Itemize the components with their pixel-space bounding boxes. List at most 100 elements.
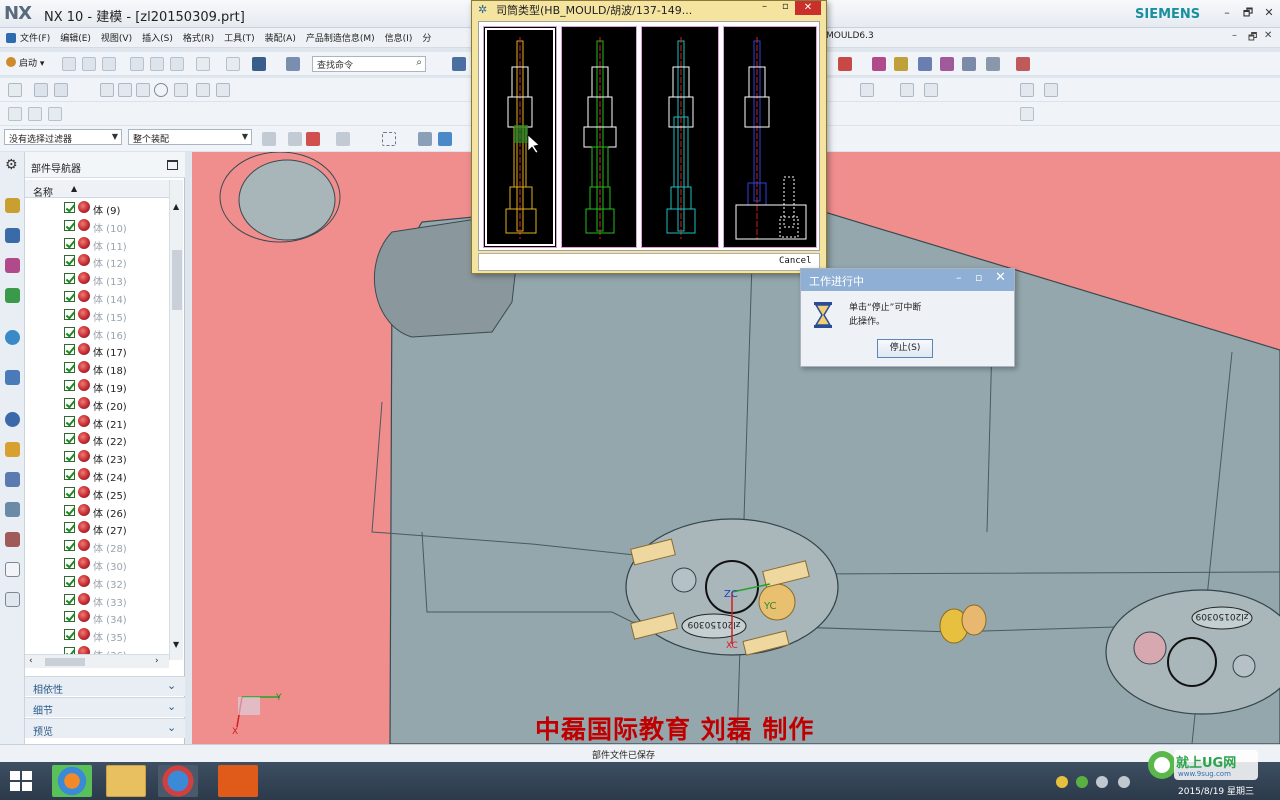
new-icon[interactable] bbox=[62, 57, 76, 71]
tree-row[interactable]: 体 (17) bbox=[25, 341, 169, 359]
powerpoint-icon[interactable] bbox=[218, 765, 258, 797]
visual-report-icon[interactable] bbox=[5, 442, 20, 457]
circle-icon[interactable] bbox=[154, 83, 168, 97]
visibility-checkbox[interactable] bbox=[64, 504, 75, 516]
line-icon[interactable] bbox=[100, 83, 114, 97]
tree-row[interactable]: 体 (13) bbox=[25, 270, 169, 288]
visibility-checkbox[interactable] bbox=[64, 237, 75, 249]
menu-mould[interactable]: MOULD6.3 bbox=[826, 31, 874, 41]
visibility-checkbox[interactable] bbox=[64, 273, 75, 285]
close-button[interactable]: ✕ bbox=[795, 1, 821, 15]
offset-icon[interactable] bbox=[48, 107, 62, 121]
tree-row[interactable]: 体 (27) bbox=[25, 519, 169, 537]
maximize-icon[interactable]: ▫ bbox=[975, 271, 982, 284]
tree-row[interactable]: 体 (25) bbox=[25, 484, 169, 502]
select-all-icon[interactable] bbox=[262, 132, 276, 146]
paste-icon[interactable] bbox=[170, 57, 184, 71]
tree-row[interactable]: 体 (30) bbox=[25, 555, 169, 573]
parting-icon[interactable] bbox=[918, 57, 932, 71]
table-icon[interactable] bbox=[452, 57, 466, 71]
doc-restore-icon[interactable]: 🗗 bbox=[1248, 30, 1257, 47]
cut-icon[interactable] bbox=[130, 57, 144, 71]
menu-analysis[interactable]: 分 bbox=[422, 31, 431, 44]
save-icon[interactable] bbox=[252, 57, 266, 71]
system-scene-icon[interactable] bbox=[5, 502, 20, 517]
arc-icon[interactable] bbox=[118, 83, 132, 97]
visibility-checkbox[interactable] bbox=[64, 522, 75, 534]
tree-row[interactable]: 体 (34) bbox=[25, 608, 169, 626]
fillet-icon[interactable] bbox=[136, 83, 150, 97]
panel-dependencies[interactable]: 相依性 ⌄ bbox=[25, 676, 185, 696]
visibility-checkbox[interactable] bbox=[64, 646, 75, 654]
visibility-checkbox[interactable] bbox=[64, 575, 75, 587]
horizontal-scrollbar[interactable]: ‹ › bbox=[25, 654, 169, 668]
tree-row[interactable]: 体 (11) bbox=[25, 235, 169, 253]
rectangle-icon[interactable] bbox=[196, 83, 210, 97]
scroll-down-icon[interactable]: ▼ bbox=[173, 640, 179, 649]
tree-row[interactable]: 体 (18) bbox=[25, 359, 169, 377]
sleeve-option-4[interactable] bbox=[723, 26, 817, 248]
scroll-thumb[interactable] bbox=[172, 250, 182, 310]
close-button[interactable]: ✕ bbox=[1261, 6, 1277, 20]
assembly-navigator-icon[interactable] bbox=[5, 198, 20, 213]
measure-icon[interactable] bbox=[1044, 83, 1058, 97]
tree-row[interactable]: 体 (33) bbox=[25, 591, 169, 609]
visibility-checkbox[interactable] bbox=[64, 629, 75, 641]
command-search-input[interactable]: 查找命令 ⌕ bbox=[312, 56, 426, 72]
sketch-icon[interactable] bbox=[8, 83, 22, 97]
edit-feature-icon[interactable] bbox=[8, 107, 22, 121]
visibility-checkbox[interactable] bbox=[64, 451, 75, 463]
tree-row[interactable]: 体 (23) bbox=[25, 448, 169, 466]
snap-end-icon[interactable] bbox=[336, 132, 350, 146]
stop-button[interactable]: 停止(S) bbox=[877, 339, 933, 358]
snap-point-icon[interactable] bbox=[306, 132, 320, 146]
save-all-icon[interactable] bbox=[102, 57, 116, 71]
insert-icon[interactable] bbox=[962, 57, 976, 71]
taskbar-clock[interactable]: 2015/8/19 星期三 bbox=[1178, 784, 1254, 797]
profile-icon[interactable] bbox=[54, 83, 68, 97]
visibility-checkbox[interactable] bbox=[64, 219, 75, 231]
sleeve-option-1[interactable] bbox=[483, 26, 557, 248]
tree-row[interactable]: 体 (22) bbox=[25, 430, 169, 448]
tree-row[interactable]: 体 (14) bbox=[25, 288, 169, 306]
tree-row[interactable]: 体 (35) bbox=[25, 626, 169, 644]
menu-pmi[interactable]: 产品制造信息(M) bbox=[306, 31, 375, 44]
command-finder-icon[interactable] bbox=[286, 57, 300, 71]
column-header[interactable]: 名称 ▲ bbox=[25, 180, 169, 199]
tree-row[interactable]: 体 (36) bbox=[25, 644, 169, 654]
face-select-icon[interactable] bbox=[418, 132, 432, 146]
mould-wizard-icon[interactable] bbox=[894, 57, 908, 71]
visibility-checkbox[interactable] bbox=[64, 468, 75, 480]
tree-row[interactable]: 体 (19) bbox=[25, 377, 169, 395]
menu-insert[interactable]: 插入(S) bbox=[142, 31, 173, 44]
scroll-right-icon[interactable]: › bbox=[155, 656, 159, 666]
maximize-icon[interactable]: ▫ bbox=[782, 1, 789, 12]
visibility-checkbox[interactable] bbox=[64, 379, 75, 391]
visibility-checkbox[interactable] bbox=[64, 308, 75, 320]
visibility-checkbox[interactable] bbox=[64, 202, 75, 213]
view-icon[interactable] bbox=[860, 83, 874, 97]
visibility-checkbox[interactable] bbox=[64, 362, 75, 374]
visibility-checkbox[interactable] bbox=[64, 557, 75, 569]
visibility-checkbox[interactable] bbox=[64, 486, 75, 498]
tree-row[interactable]: 体 (15) bbox=[25, 306, 169, 324]
menu-edit[interactable]: 编辑(E) bbox=[60, 31, 91, 44]
clock-icon[interactable] bbox=[5, 412, 20, 427]
tree-row[interactable]: 体 (16) bbox=[25, 324, 169, 342]
tray-icon[interactable] bbox=[1056, 776, 1068, 788]
menu-assembly[interactable]: 装配(A) bbox=[265, 31, 296, 44]
sleeve-option-2[interactable] bbox=[561, 26, 637, 248]
panel-details[interactable]: 细节 ⌄ bbox=[25, 697, 185, 717]
gear-icon[interactable]: ⚙ bbox=[5, 158, 20, 173]
part-navigator-icon[interactable] bbox=[5, 258, 20, 273]
windows-start-icon[interactable] bbox=[10, 771, 32, 791]
scroll-thumb[interactable] bbox=[45, 658, 85, 666]
web-browser-icon[interactable] bbox=[5, 330, 20, 345]
visibility-checkbox[interactable] bbox=[64, 415, 75, 427]
history-icon[interactable] bbox=[5, 370, 20, 385]
visibility-checkbox[interactable] bbox=[64, 255, 75, 267]
tree-row[interactable]: 体 (20) bbox=[25, 395, 169, 413]
visibility-checkbox[interactable] bbox=[64, 397, 75, 409]
panel-preview[interactable]: 预览 ⌄ bbox=[25, 718, 185, 738]
copy-icon[interactable] bbox=[150, 57, 164, 71]
